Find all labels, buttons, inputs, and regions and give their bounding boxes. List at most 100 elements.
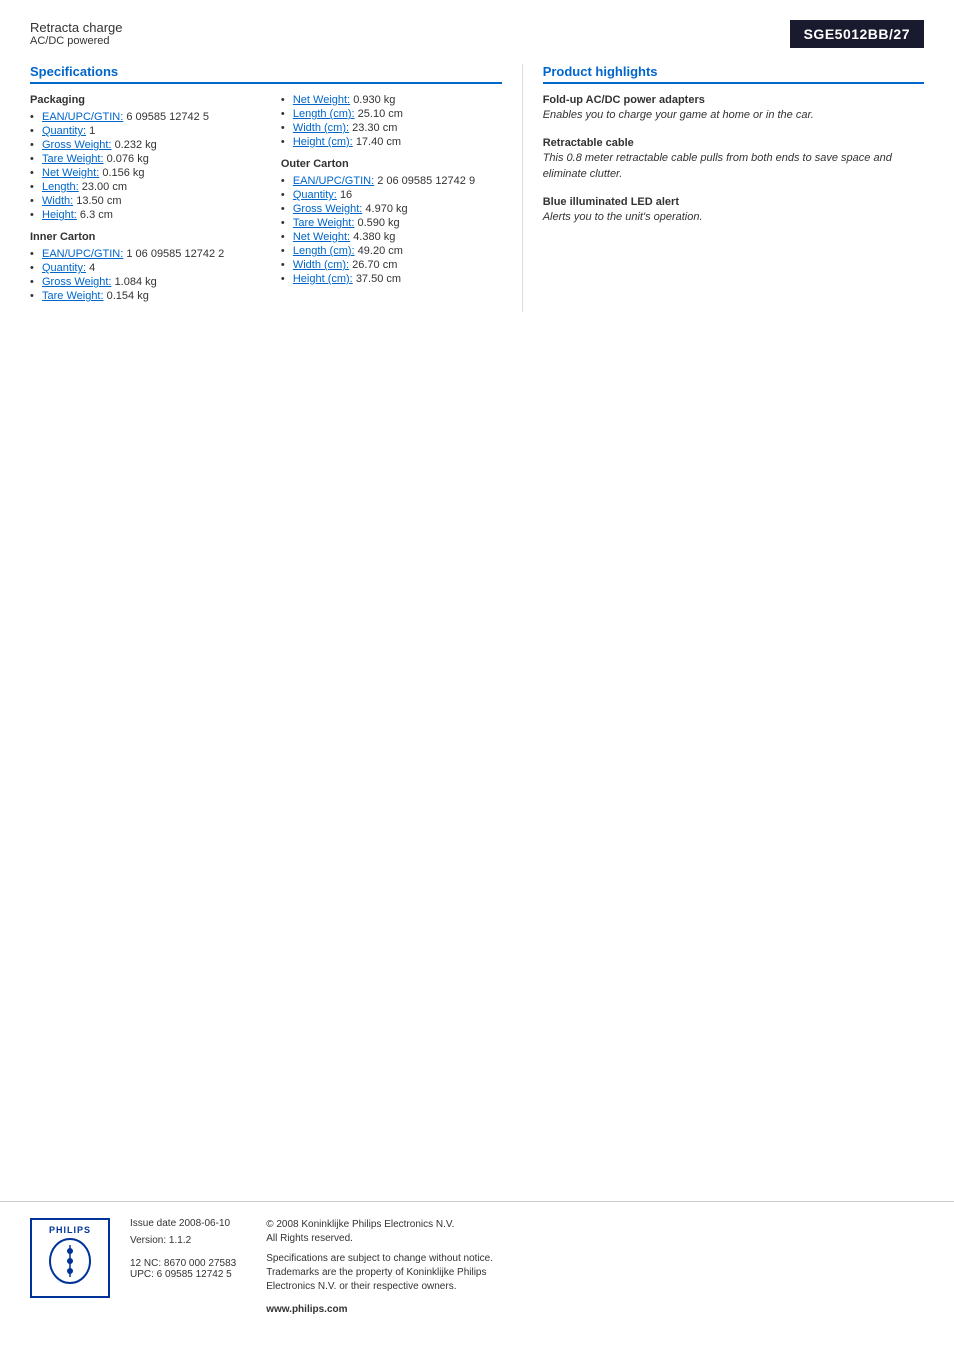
spec-col-right: Net Weight: 0.930 kg Length (cm): 25.10 … <box>281 94 502 312</box>
spec-label: Width (cm): <box>293 259 349 271</box>
specifications-heading: Specifications <box>30 64 502 84</box>
spec-value: 0.232 kg <box>115 139 157 151</box>
spec-value: 37.50 cm <box>356 273 401 285</box>
spec-value: 1.084 kg <box>115 276 157 288</box>
list-item: Height (cm): 37.50 cm <box>281 273 502 285</box>
spec-label: Height: <box>42 209 77 221</box>
footer-website[interactable]: www.philips.com <box>266 1304 493 1315</box>
highlight-desc-1: Enables you to charge your game at home … <box>543 108 924 123</box>
list-item: Tare Weight: 0.076 kg <box>30 153 251 165</box>
outer-carton-title: Outer Carton <box>281 158 502 170</box>
spec-label: Gross Weight: <box>42 139 112 151</box>
spec-label: Length (cm): <box>293 108 355 120</box>
inner-carton-list: EAN/UPC/GTIN: 1 06 09585 12742 2 Quantit… <box>30 248 251 302</box>
product-subtitle: AC/DC powered <box>30 35 123 47</box>
list-item: Quantity: 16 <box>281 189 502 201</box>
header-section: Retracta charge AC/DC powered SGE5012BB/… <box>30 20 924 48</box>
spec-value: 16 <box>340 189 352 201</box>
spec-value: 26.70 cm <box>352 259 397 271</box>
list-item: Length (cm): 25.10 cm <box>281 108 502 120</box>
packaging-right-list: Net Weight: 0.930 kg Length (cm): 25.10 … <box>281 94 502 148</box>
spec-value: 0.154 kg <box>107 290 149 302</box>
spec-value: 4.970 kg <box>365 203 407 215</box>
footer-version: Version: 1.1.2 <box>130 1235 236 1246</box>
right-column: Product highlights Fold-up AC/DC power a… <box>522 64 924 312</box>
spec-value: 0.156 kg <box>102 167 144 179</box>
packaging-title: Packaging <box>30 94 251 106</box>
spec-label: EAN/UPC/GTIN: <box>42 248 123 260</box>
packaging-list: EAN/UPC/GTIN: 6 09585 12742 5 Quantity: … <box>30 111 251 221</box>
footer-upc: UPC: 6 09585 12742 5 <box>130 1269 236 1280</box>
list-item: EAN/UPC/GTIN: 6 09585 12742 5 <box>30 111 251 123</box>
spec-label: Gross Weight: <box>42 276 112 288</box>
content-area: Specifications Packaging EAN/UPC/GTIN: 6… <box>30 64 924 312</box>
footer-meta: Issue date 2008-06-10 Version: 1.1.2 12 … <box>130 1218 924 1315</box>
highlights-heading: Product highlights <box>543 64 924 84</box>
spec-value: 1 06 09585 12742 2 <box>126 248 224 260</box>
list-item: Net Weight: 0.930 kg <box>281 94 502 106</box>
highlight-title-3: Blue illuminated LED alert <box>543 196 924 208</box>
highlight-title-1: Fold-up AC/DC power adapters <box>543 94 924 106</box>
spec-value: 1 <box>89 125 95 137</box>
spec-label: EAN/UPC/GTIN: <box>293 175 374 187</box>
list-item: Tare Weight: 0.590 kg <box>281 217 502 229</box>
list-item: Net Weight: 0.156 kg <box>30 167 251 179</box>
spec-value: 4 <box>89 262 95 274</box>
product-title: Retracta charge <box>30 20 123 35</box>
page: Retracta charge AC/DC powered SGE5012BB/… <box>0 0 954 1351</box>
spec-label: Net Weight: <box>293 231 350 243</box>
list-item: EAN/UPC/GTIN: 1 06 09585 12742 2 <box>30 248 251 260</box>
highlight-title-2: Retractable cable <box>543 137 924 149</box>
highlights-section: Fold-up AC/DC power adapters Enables you… <box>543 94 924 226</box>
philips-logo: PHILIPS <box>30 1218 110 1298</box>
spec-label: Net Weight: <box>42 167 99 179</box>
highlight-desc-3: Alerts you to the unit's operation. <box>543 210 924 225</box>
footer-nc: 12 NC: 8670 000 27583 <box>130 1258 236 1269</box>
spec-value: 17.40 cm <box>356 136 401 148</box>
inner-carton-title: Inner Carton <box>30 231 251 243</box>
footer-spec-notice: Specifications are subject to change wit… <box>266 1252 493 1294</box>
spec-value: 0.930 kg <box>353 94 395 106</box>
list-item: Height: 6.3 cm <box>30 209 251 221</box>
spec-label: Tare Weight: <box>42 290 104 302</box>
spec-label: Gross Weight: <box>293 203 363 215</box>
list-item: Quantity: 4 <box>30 262 251 274</box>
spec-label: Height (cm): <box>293 273 353 285</box>
spec-value: 25.10 cm <box>358 108 403 120</box>
list-item: Width (cm): 23.30 cm <box>281 122 502 134</box>
highlight-item-2: Retractable cable This 0.8 meter retract… <box>543 137 924 182</box>
model-badge: SGE5012BB/27 <box>790 20 924 48</box>
list-item: Tare Weight: 0.154 kg <box>30 290 251 302</box>
spec-label: Quantity: <box>42 125 86 137</box>
philips-shield-icon <box>46 1237 94 1291</box>
spec-label: Width (cm): <box>293 122 349 134</box>
list-item: Width: 13.50 cm <box>30 195 251 207</box>
spec-value: 4.380 kg <box>353 231 395 243</box>
spec-value: 0.076 kg <box>107 153 149 165</box>
list-item: Net Weight: 4.380 kg <box>281 231 502 243</box>
highlight-item-1: Fold-up AC/DC power adapters Enables you… <box>543 94 924 123</box>
spec-label: Length (cm): <box>293 245 355 257</box>
spec-label: Width: <box>42 195 73 207</box>
spec-value: 0.590 kg <box>357 217 399 229</box>
list-item: Quantity: 1 <box>30 125 251 137</box>
spec-label: Quantity: <box>42 262 86 274</box>
list-item: Length: 23.00 cm <box>30 181 251 193</box>
spec-label: Tare Weight: <box>42 153 104 165</box>
footer-left: Issue date 2008-06-10 Version: 1.1.2 12 … <box>130 1218 236 1315</box>
list-item: Height (cm): 17.40 cm <box>281 136 502 148</box>
product-title-block: Retracta charge AC/DC powered <box>30 20 123 47</box>
spec-col-left: Packaging EAN/UPC/GTIN: 6 09585 12742 5 … <box>30 94 251 312</box>
footer: PHILIPS Issue date 2008-06-10 Version: 1… <box>0 1201 954 1331</box>
spec-label: Height (cm): <box>293 136 353 148</box>
spec-label: Length: <box>42 181 79 193</box>
spec-value: 2 06 09585 12742 9 <box>377 175 475 187</box>
list-item: Width (cm): 26.70 cm <box>281 259 502 271</box>
spec-value: 23.30 cm <box>352 122 397 134</box>
list-item: Gross Weight: 1.084 kg <box>30 276 251 288</box>
spec-label: EAN/UPC/GTIN: <box>42 111 123 123</box>
footer-center: © 2008 Koninklijke Philips Electronics N… <box>266 1218 493 1315</box>
two-col-specs: Packaging EAN/UPC/GTIN: 6 09585 12742 5 … <box>30 94 502 312</box>
list-item: EAN/UPC/GTIN: 2 06 09585 12742 9 <box>281 175 502 187</box>
spec-value: 13.50 cm <box>76 195 121 207</box>
